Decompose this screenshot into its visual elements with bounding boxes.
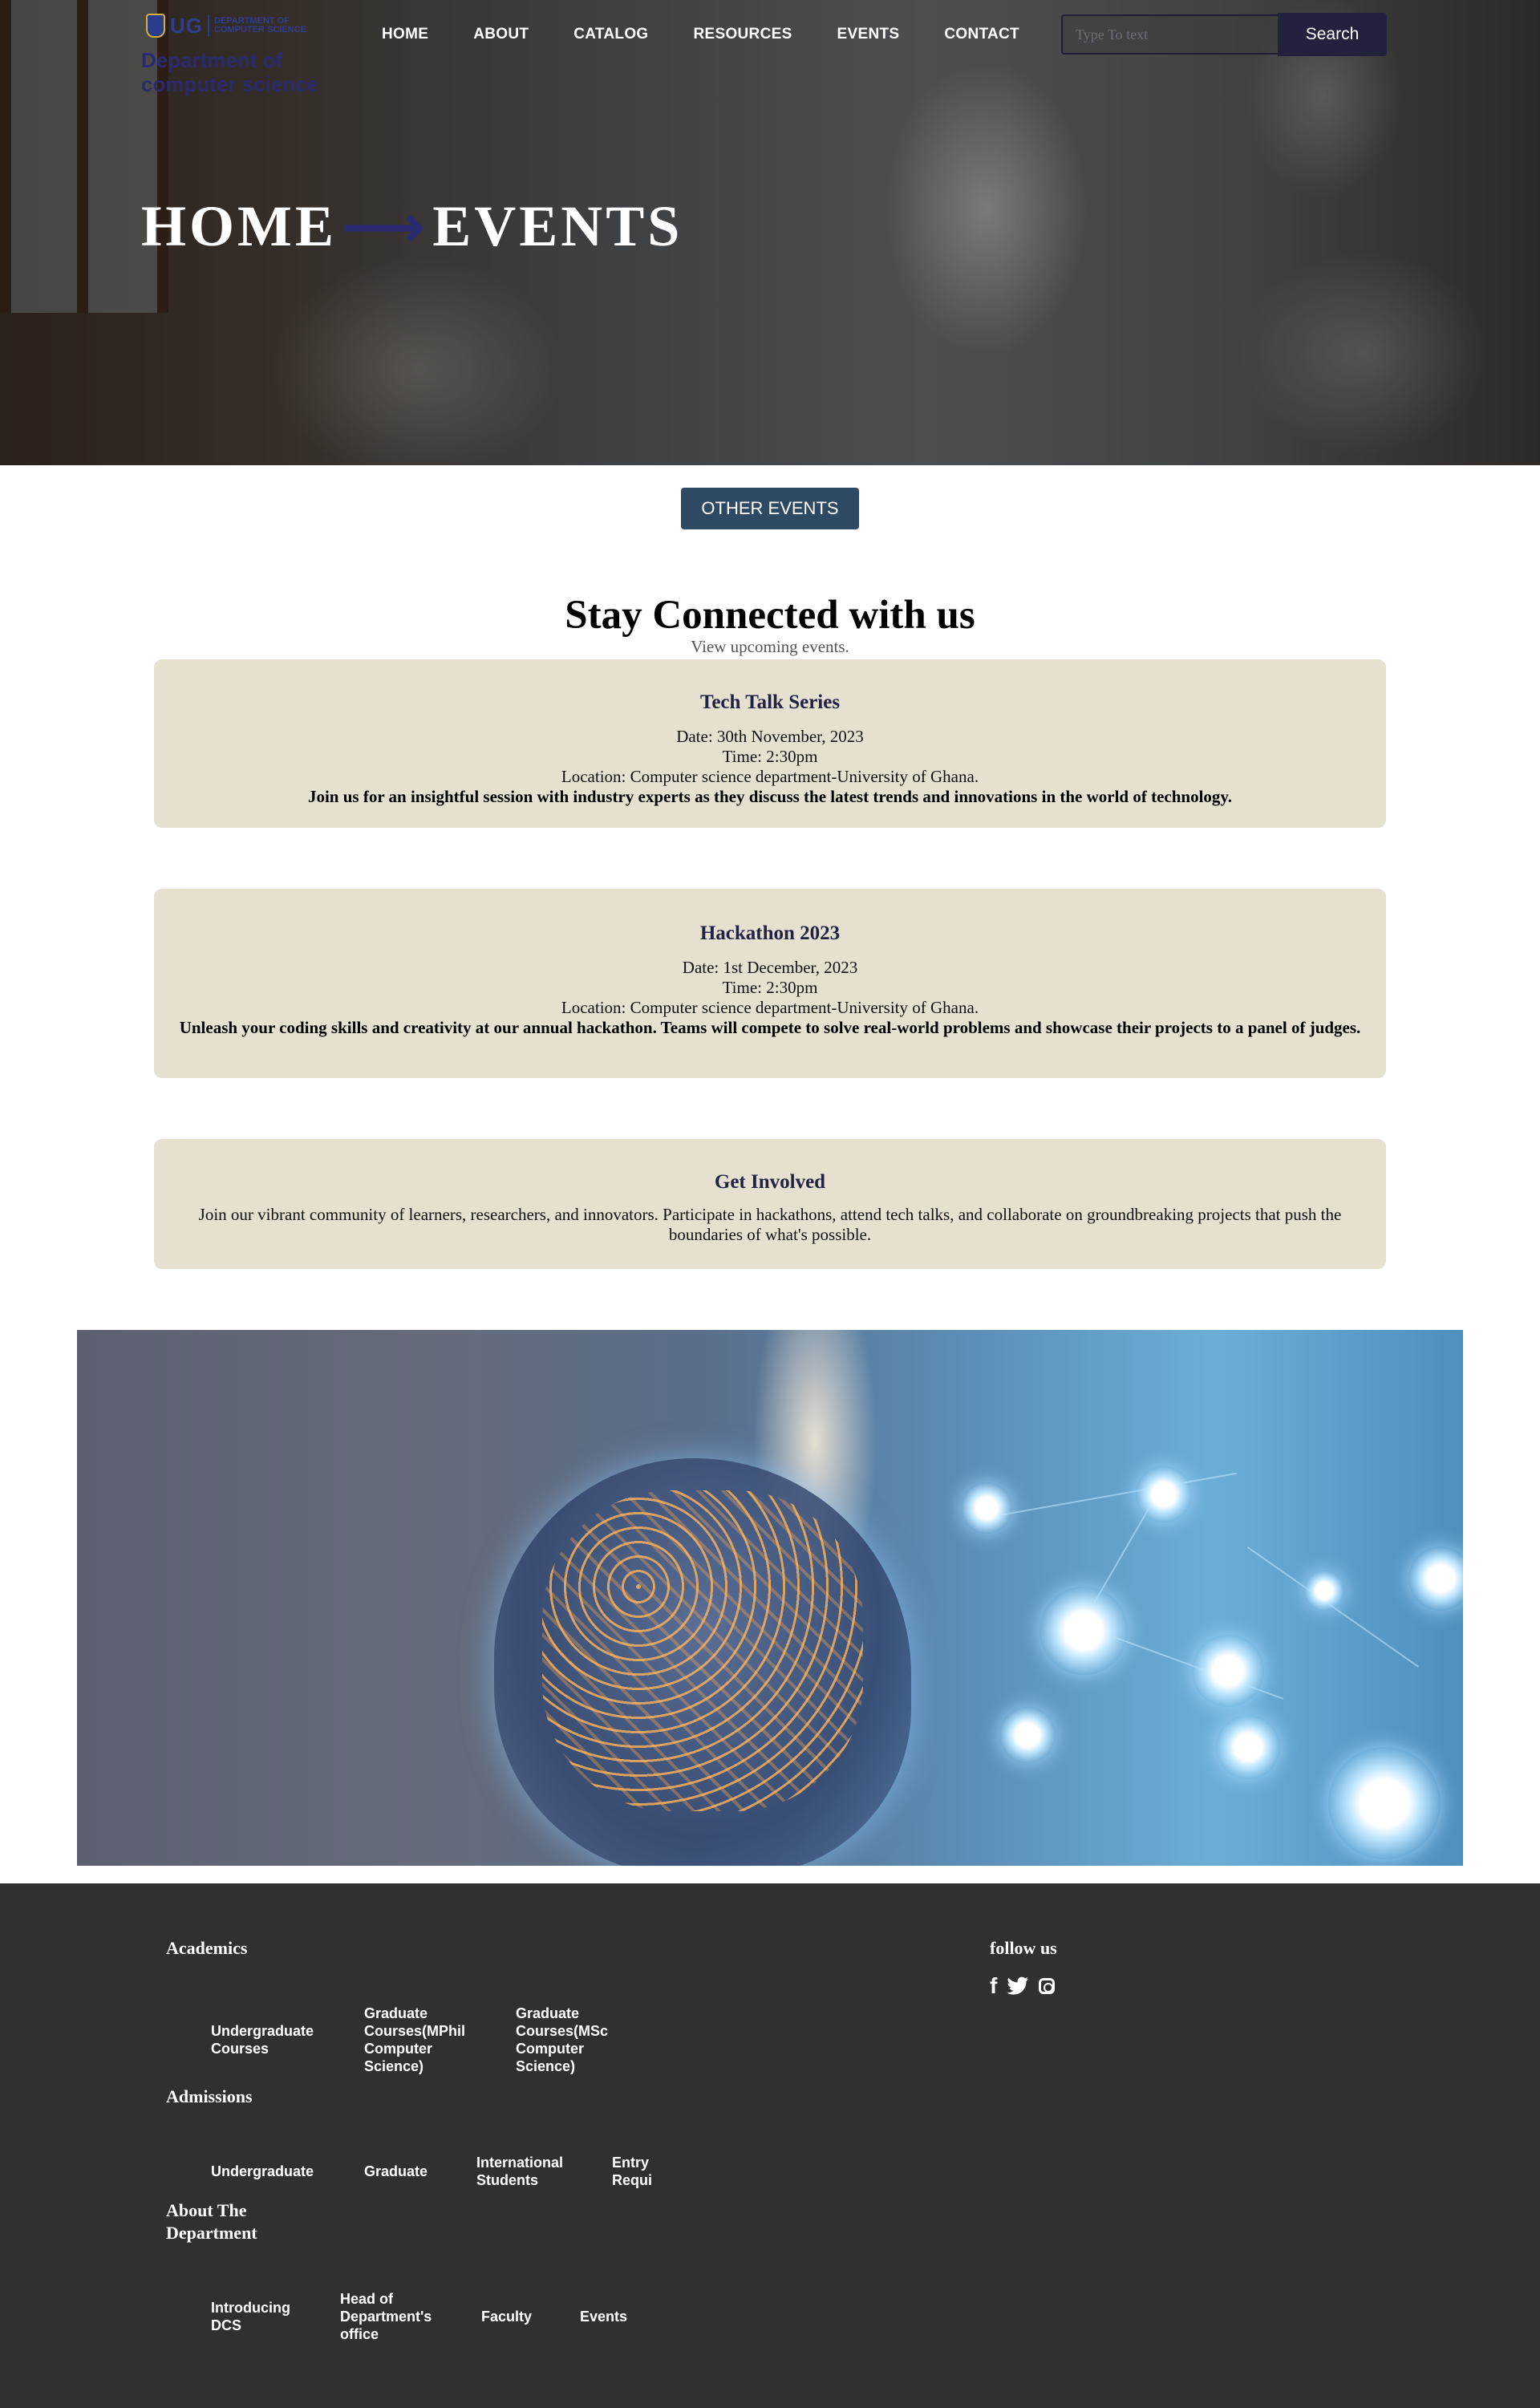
footer-clip: Entry Requi xyxy=(612,2154,659,2194)
network-node-icon xyxy=(1136,1466,1192,1522)
main-nav: HOME ABOUT CATALOG RESOURCES EVENTS CONT… xyxy=(382,26,1064,43)
search-button[interactable]: Search xyxy=(1278,13,1387,56)
university-crest-icon xyxy=(146,14,165,38)
nav-contact[interactable]: CONTACT xyxy=(944,26,1019,43)
department-logo[interactable]: UG DEPARTMENT OF COMPUTER SCIENCE xyxy=(146,11,330,40)
footer-heading-follow: follow us xyxy=(990,1938,1057,1958)
instagram-icon[interactable] xyxy=(1039,1978,1056,1994)
footer-link-introducing-dcs[interactable]: Introducing DCS xyxy=(211,2299,307,2334)
event-time: Time: 2:30pm xyxy=(722,978,818,997)
logo-text: DEPARTMENT OF COMPUTER SCIENCE xyxy=(214,16,306,34)
network-node-icon xyxy=(1328,1747,1441,1859)
network-node-icon xyxy=(999,1707,1056,1763)
arrow-right-icon: ⟶ xyxy=(342,195,428,259)
breadcrumb-current: EVENTS xyxy=(432,194,683,258)
twitter-icon[interactable] xyxy=(1007,1976,1029,1996)
nav-about[interactable]: ABOUT xyxy=(473,26,529,43)
nav-home[interactable]: HOME xyxy=(382,26,428,43)
event-description: Join us for an insightful session with i… xyxy=(307,787,1233,806)
icon-pattern xyxy=(542,1490,863,1811)
footer-link-undergraduate-courses[interactable]: Undergraduate Courses xyxy=(211,2022,331,2057)
event-title: Hackathon 2023 xyxy=(699,922,841,944)
section-subtitle: View upcoming events. xyxy=(691,637,849,656)
ai-brain-image xyxy=(77,1330,1463,1866)
footer-link-mphil-courses[interactable]: Graduate Courses(MPhil Computer Science) xyxy=(364,2005,476,2075)
event-description: Unleash your coding skills and creativit… xyxy=(179,1018,1361,1037)
footer-link-graduate[interactable]: Graduate xyxy=(364,2163,444,2180)
footer-link-faculty[interactable]: Faculty xyxy=(481,2308,561,2325)
footer-link-entry-requirements[interactable]: Entry Requi xyxy=(612,2154,659,2189)
network-node-icon xyxy=(1216,1715,1280,1779)
network-node-icon xyxy=(1408,1547,1463,1611)
nav-resources[interactable]: RESOURCES xyxy=(693,26,792,43)
footer-heading-admissions: Admissions xyxy=(166,2086,253,2106)
search-form: Search xyxy=(1061,13,1387,58)
network-line xyxy=(999,1472,1237,1516)
breadcrumb-home[interactable]: HOME xyxy=(141,193,337,260)
network-node-icon xyxy=(1192,1635,1264,1707)
other-events-button[interactable]: OTHER EVENTS xyxy=(681,488,859,529)
network-node-icon xyxy=(961,1482,1012,1534)
event-card: Hackathon 2023 Date: 1st December, 2023 … xyxy=(154,889,1386,1078)
social-links: f xyxy=(990,1975,1056,1997)
footer-link-msc-courses[interactable]: Graduate Courses(MSc Computer Science) xyxy=(516,2005,620,2075)
department-name: Department of computer science xyxy=(141,48,319,96)
footer-link-international-students[interactable]: International Students xyxy=(476,2154,581,2189)
network-node-icon xyxy=(1040,1587,1128,1675)
section-title: Stay Connected with us xyxy=(565,593,975,638)
logo-divider xyxy=(208,15,209,36)
event-title: Tech Talk Series xyxy=(699,691,841,713)
event-date: Date: 30th November, 2023 xyxy=(676,727,864,746)
event-date: Date: 1st December, 2023 xyxy=(682,958,858,977)
footer-heading-about: About The Department xyxy=(166,2200,257,2243)
breadcrumb: HOME ⟶ EVENTS xyxy=(141,193,683,261)
event-location: Location: Computer science department-Un… xyxy=(561,767,979,786)
footer-link-events[interactable]: Events xyxy=(580,2308,660,2325)
nav-events[interactable]: EVENTS xyxy=(837,26,900,43)
event-location: Location: Computer science department-Un… xyxy=(561,998,979,1017)
logo-short: UG xyxy=(170,13,203,38)
event-card: Tech Talk Series Date: 30th November, 20… xyxy=(154,659,1386,828)
get-involved-text: Join our vibrant community of learners, … xyxy=(198,1205,1342,1244)
footer-heading-academics: Academics xyxy=(166,1938,248,1958)
network-node-icon xyxy=(1304,1571,1344,1611)
footer-link-hod-office[interactable]: Head of Department's office xyxy=(340,2290,452,2343)
footer-link-undergraduate[interactable]: Undergraduate xyxy=(211,2163,331,2180)
event-time: Time: 2:30pm xyxy=(722,747,818,766)
facebook-icon[interactable]: f xyxy=(990,1975,997,1997)
nav-catalog[interactable]: CATALOG xyxy=(573,26,648,43)
get-involved-card: Get Involved Join our vibrant community … xyxy=(154,1139,1386,1269)
get-involved-title: Get Involved xyxy=(714,1171,826,1193)
search-input[interactable] xyxy=(1061,14,1278,55)
